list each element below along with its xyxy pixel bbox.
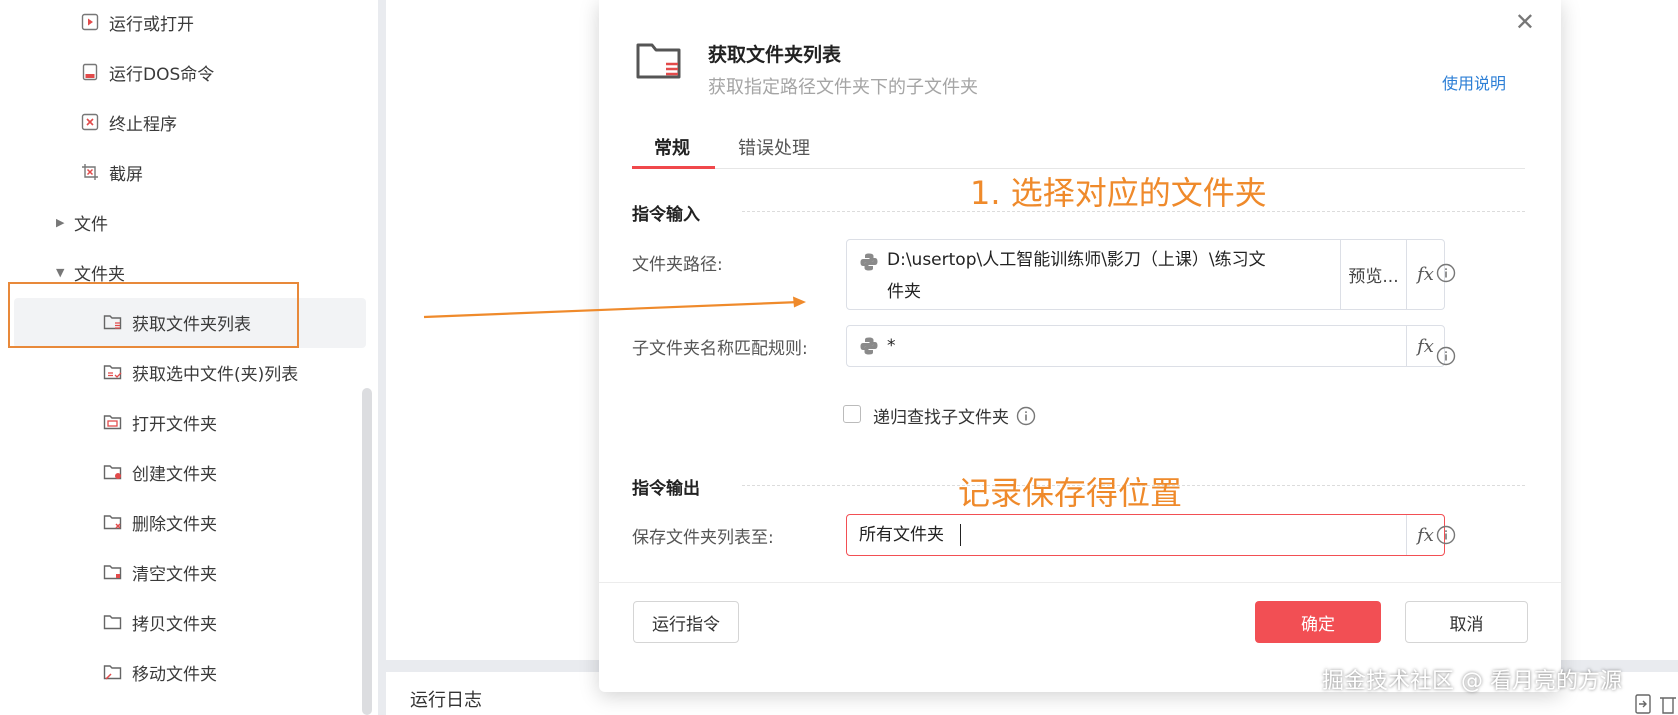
watermark: 掘金技术社区 @ 看月亮的方源 (1322, 669, 1622, 694)
sidebar-item-delete-folder[interactable]: 删除文件夹 (103, 500, 217, 544)
sidebar-item-screenshot[interactable]: 截屏 (80, 150, 143, 194)
footer-divider (599, 582, 1561, 583)
recursive-checkbox-label: 递归查找子文件夹 (873, 403, 1036, 428)
folder-move-icon (103, 662, 123, 682)
annotation-highlight-box (8, 282, 299, 348)
screenshot-icon (80, 162, 100, 182)
sidebar: 运行或打开 运行DOS命令 终止程序 截屏 ▶ 文件 ▼ 文件夹 获取文件夹列表 (0, 0, 378, 715)
run-open-icon (80, 12, 100, 32)
save-to-value: 所有文件夹 (859, 525, 944, 545)
annotation-step1: 1. 选择对应的文件夹 (970, 174, 1267, 212)
sidebar-item-create-folder[interactable]: 创建文件夹 (103, 450, 217, 494)
recursive-checkbox[interactable] (843, 405, 861, 423)
folder-copy-icon (103, 612, 123, 632)
sidebar-item-clear-folder[interactable]: 清空文件夹 (103, 550, 217, 594)
sidebar-scrollbar[interactable] (362, 388, 372, 715)
folder-path-label: 文件夹路径: (632, 255, 723, 275)
cancel-button[interactable]: 取消 (1405, 601, 1528, 643)
help-link[interactable]: 使用说明 (1442, 70, 1506, 94)
delete-icon[interactable] (1660, 697, 1676, 714)
import-icon[interactable] (1635, 694, 1651, 714)
name-rule-field[interactable]: * fx (846, 325, 1445, 367)
run-command-button[interactable]: 运行指令 (633, 601, 739, 643)
dialog-subtitle: 获取指定路径文件夹下的子文件夹 (708, 77, 978, 98)
section-input-title: 指令输入 (632, 205, 700, 225)
folder-create-icon (103, 462, 123, 482)
info-icon[interactable] (1436, 346, 1456, 370)
command-dialog: ✕ 获取文件夹列表 获取指定路径文件夹下的子文件夹 使用说明 常规 错误处理 指… (599, 0, 1561, 692)
tab-error-handling[interactable]: 错误处理 (738, 134, 810, 160)
text-cursor (960, 524, 961, 546)
folder-path-value-line2: 件夹 (887, 282, 921, 302)
tab-active-indicator (632, 166, 715, 169)
sidebar-item-move-folder[interactable]: 移动文件夹 (103, 650, 217, 694)
section-output-title: 指令输出 (632, 479, 700, 499)
dos-command-icon (80, 62, 100, 82)
folder-open-icon (103, 412, 123, 432)
bottom-toolbar (1618, 690, 1678, 715)
folder-path-value-line1: D:\usertop\人工智能训练师\影刀（上课）\练习文 (887, 250, 1266, 270)
folder-path-field[interactable]: D:\usertop\人工智能训练师\影刀（上课）\练习文 件夹 预览... f… (846, 239, 1445, 310)
confirm-button[interactable]: 确定 (1255, 601, 1381, 643)
close-icon[interactable]: ✕ (1515, 8, 1535, 36)
info-icon[interactable] (1436, 263, 1456, 287)
python-icon (859, 336, 879, 360)
dialog-title: 获取文件夹列表 (708, 44, 842, 66)
sidebar-item-open-folder[interactable]: 打开文件夹 (103, 400, 217, 444)
folder-list-icon (635, 40, 683, 84)
sidebar-item-terminate-program[interactable]: 终止程序 (80, 100, 177, 144)
folder-selected-list-icon (103, 362, 123, 382)
preview-button[interactable]: 预览... (1340, 240, 1406, 309)
terminate-program-icon (80, 112, 100, 132)
sidebar-item-run-open[interactable]: 运行或打开 (80, 0, 194, 44)
caret-down-icon: ▼ (56, 265, 65, 279)
sidebar-item-get-selected-list[interactable]: 获取选中文件(夹)列表 (103, 350, 298, 394)
sidebar-group-file[interactable]: ▶ 文件 (56, 202, 108, 242)
folder-clear-icon (103, 562, 123, 582)
sidebar-item-copy-folder[interactable]: 拷贝文件夹 (103, 600, 217, 644)
annotation-step2: 记录保存得位置 (958, 474, 1183, 512)
info-icon[interactable] (1016, 406, 1036, 426)
name-rule-value: * (887, 336, 896, 356)
save-to-label: 保存文件夹列表至: (632, 528, 774, 548)
sidebar-item-dos-command[interactable]: 运行DOS命令 (80, 50, 214, 94)
caret-right-icon: ▶ (56, 215, 65, 229)
save-to-field[interactable]: 所有文件夹 fx (846, 514, 1445, 556)
folder-delete-icon (103, 512, 123, 532)
tab-general[interactable]: 常规 (654, 134, 690, 160)
name-rule-label: 子文件夹名称匹配规则: (632, 339, 808, 359)
run-log-title: 运行日志 (410, 690, 482, 711)
info-icon[interactable] (1436, 525, 1456, 549)
python-icon (859, 252, 879, 276)
